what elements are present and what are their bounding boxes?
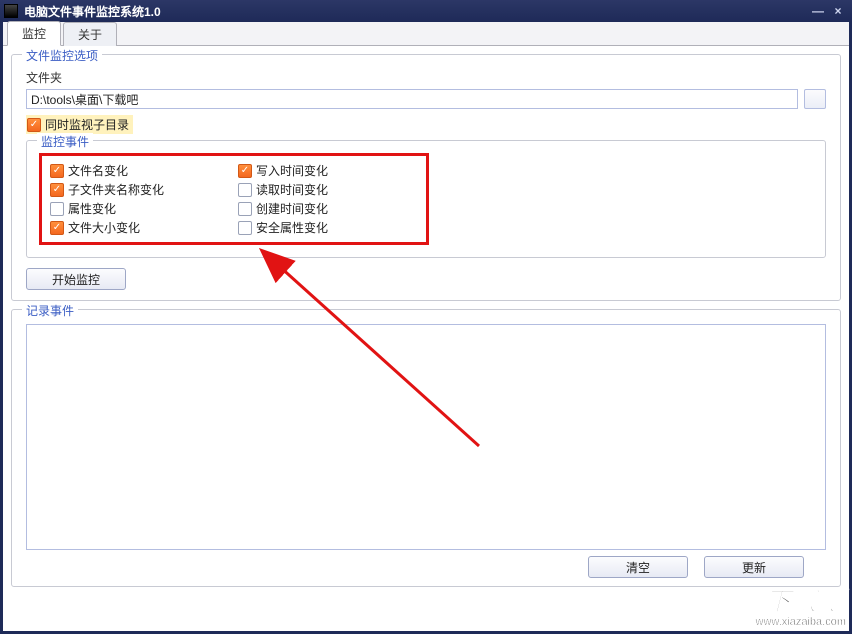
tab-monitor[interactable]: 监控 — [7, 21, 61, 46]
event-security-attr-change[interactable]: 安全属性变化 — [238, 219, 418, 236]
group-monitor-events-legend: 监控事件 — [37, 133, 93, 150]
event-create-time-change[interactable]: 创建时间变化 — [238, 200, 418, 217]
app-icon — [4, 4, 18, 18]
event-attribute-change[interactable]: 属性变化 — [50, 200, 230, 217]
group-monitor-options-legend: 文件监控选项 — [22, 47, 102, 64]
event-create-time-change-label: 创建时间变化 — [256, 200, 328, 217]
group-log-legend: 记录事件 — [22, 302, 78, 319]
tab-about[interactable]: 关于 — [63, 22, 117, 46]
event-subfolder-name-change-label: 子文件夹名称变化 — [68, 181, 164, 198]
event-file-size-change[interactable]: ✓ 文件大小变化 — [50, 219, 230, 236]
event-file-size-change-label: 文件大小变化 — [68, 219, 140, 236]
event-attribute-change-label: 属性变化 — [68, 200, 116, 217]
tab-strip: 监控 关于 — [3, 22, 849, 46]
event-filename-change[interactable]: ✓ 文件名变化 — [50, 162, 230, 179]
event-filename-change-checkbox[interactable]: ✓ — [50, 164, 64, 178]
event-subfolder-name-change[interactable]: ✓ 子文件夹名称变化 — [50, 181, 230, 198]
event-read-time-change[interactable]: 读取时间变化 — [238, 181, 418, 198]
window-body: 监控 关于 文件监控选项 文件夹 ✓ 同时监视子目录 监控事件 — [0, 22, 852, 634]
subdir-checkbox[interactable]: ✓ — [27, 118, 41, 132]
event-create-time-change-checkbox[interactable] — [238, 202, 252, 216]
event-attribute-change-checkbox[interactable] — [50, 202, 64, 216]
event-security-attr-change-checkbox[interactable] — [238, 221, 252, 235]
event-security-attr-change-label: 安全属性变化 — [256, 219, 328, 236]
event-subfolder-name-change-checkbox[interactable]: ✓ — [50, 183, 64, 197]
minimize-button[interactable]: — — [808, 4, 828, 18]
event-read-time-change-label: 读取时间变化 — [256, 181, 328, 198]
event-filename-change-label: 文件名变化 — [68, 162, 128, 179]
clear-button[interactable]: 清空 — [588, 556, 688, 578]
start-monitor-button[interactable]: 开始监控 — [26, 268, 126, 290]
event-write-time-change-checkbox[interactable]: ✓ — [238, 164, 252, 178]
close-button[interactable]: × — [828, 4, 848, 18]
folder-input[interactable] — [26, 89, 798, 109]
folder-label: 文件夹 — [26, 69, 826, 86]
browse-button[interactable] — [804, 89, 826, 109]
log-textarea[interactable] — [26, 324, 826, 550]
annotation-highlight-box: ✓ 文件名变化 ✓ 写入时间变化 ✓ 子文件夹名称变化 — [39, 153, 429, 245]
refresh-button[interactable]: 更新 — [704, 556, 804, 578]
title-bar: 电脑文件事件监控系统1.0 — × — [0, 0, 852, 22]
group-monitor-options: 文件监控选项 文件夹 ✓ 同时监视子目录 监控事件 ✓ 文件名变 — [11, 54, 841, 301]
subdir-checkbox-label: 同时监视子目录 — [45, 116, 129, 133]
event-file-size-change-checkbox[interactable]: ✓ — [50, 221, 64, 235]
event-write-time-change[interactable]: ✓ 写入时间变化 — [238, 162, 418, 179]
window-title: 电脑文件事件监控系统1.0 — [24, 3, 808, 20]
group-log: 记录事件 清空 更新 — [11, 309, 841, 587]
group-monitor-events: 监控事件 ✓ 文件名变化 ✓ 写入时间变化 — [26, 140, 826, 258]
event-read-time-change-checkbox[interactable] — [238, 183, 252, 197]
tab-content: 文件监控选项 文件夹 ✓ 同时监视子目录 监控事件 ✓ 文件名变 — [3, 46, 849, 631]
folder-row — [26, 89, 826, 109]
event-write-time-change-label: 写入时间变化 — [256, 162, 328, 179]
subdir-checkbox-row[interactable]: ✓ 同时监视子目录 — [26, 115, 133, 134]
